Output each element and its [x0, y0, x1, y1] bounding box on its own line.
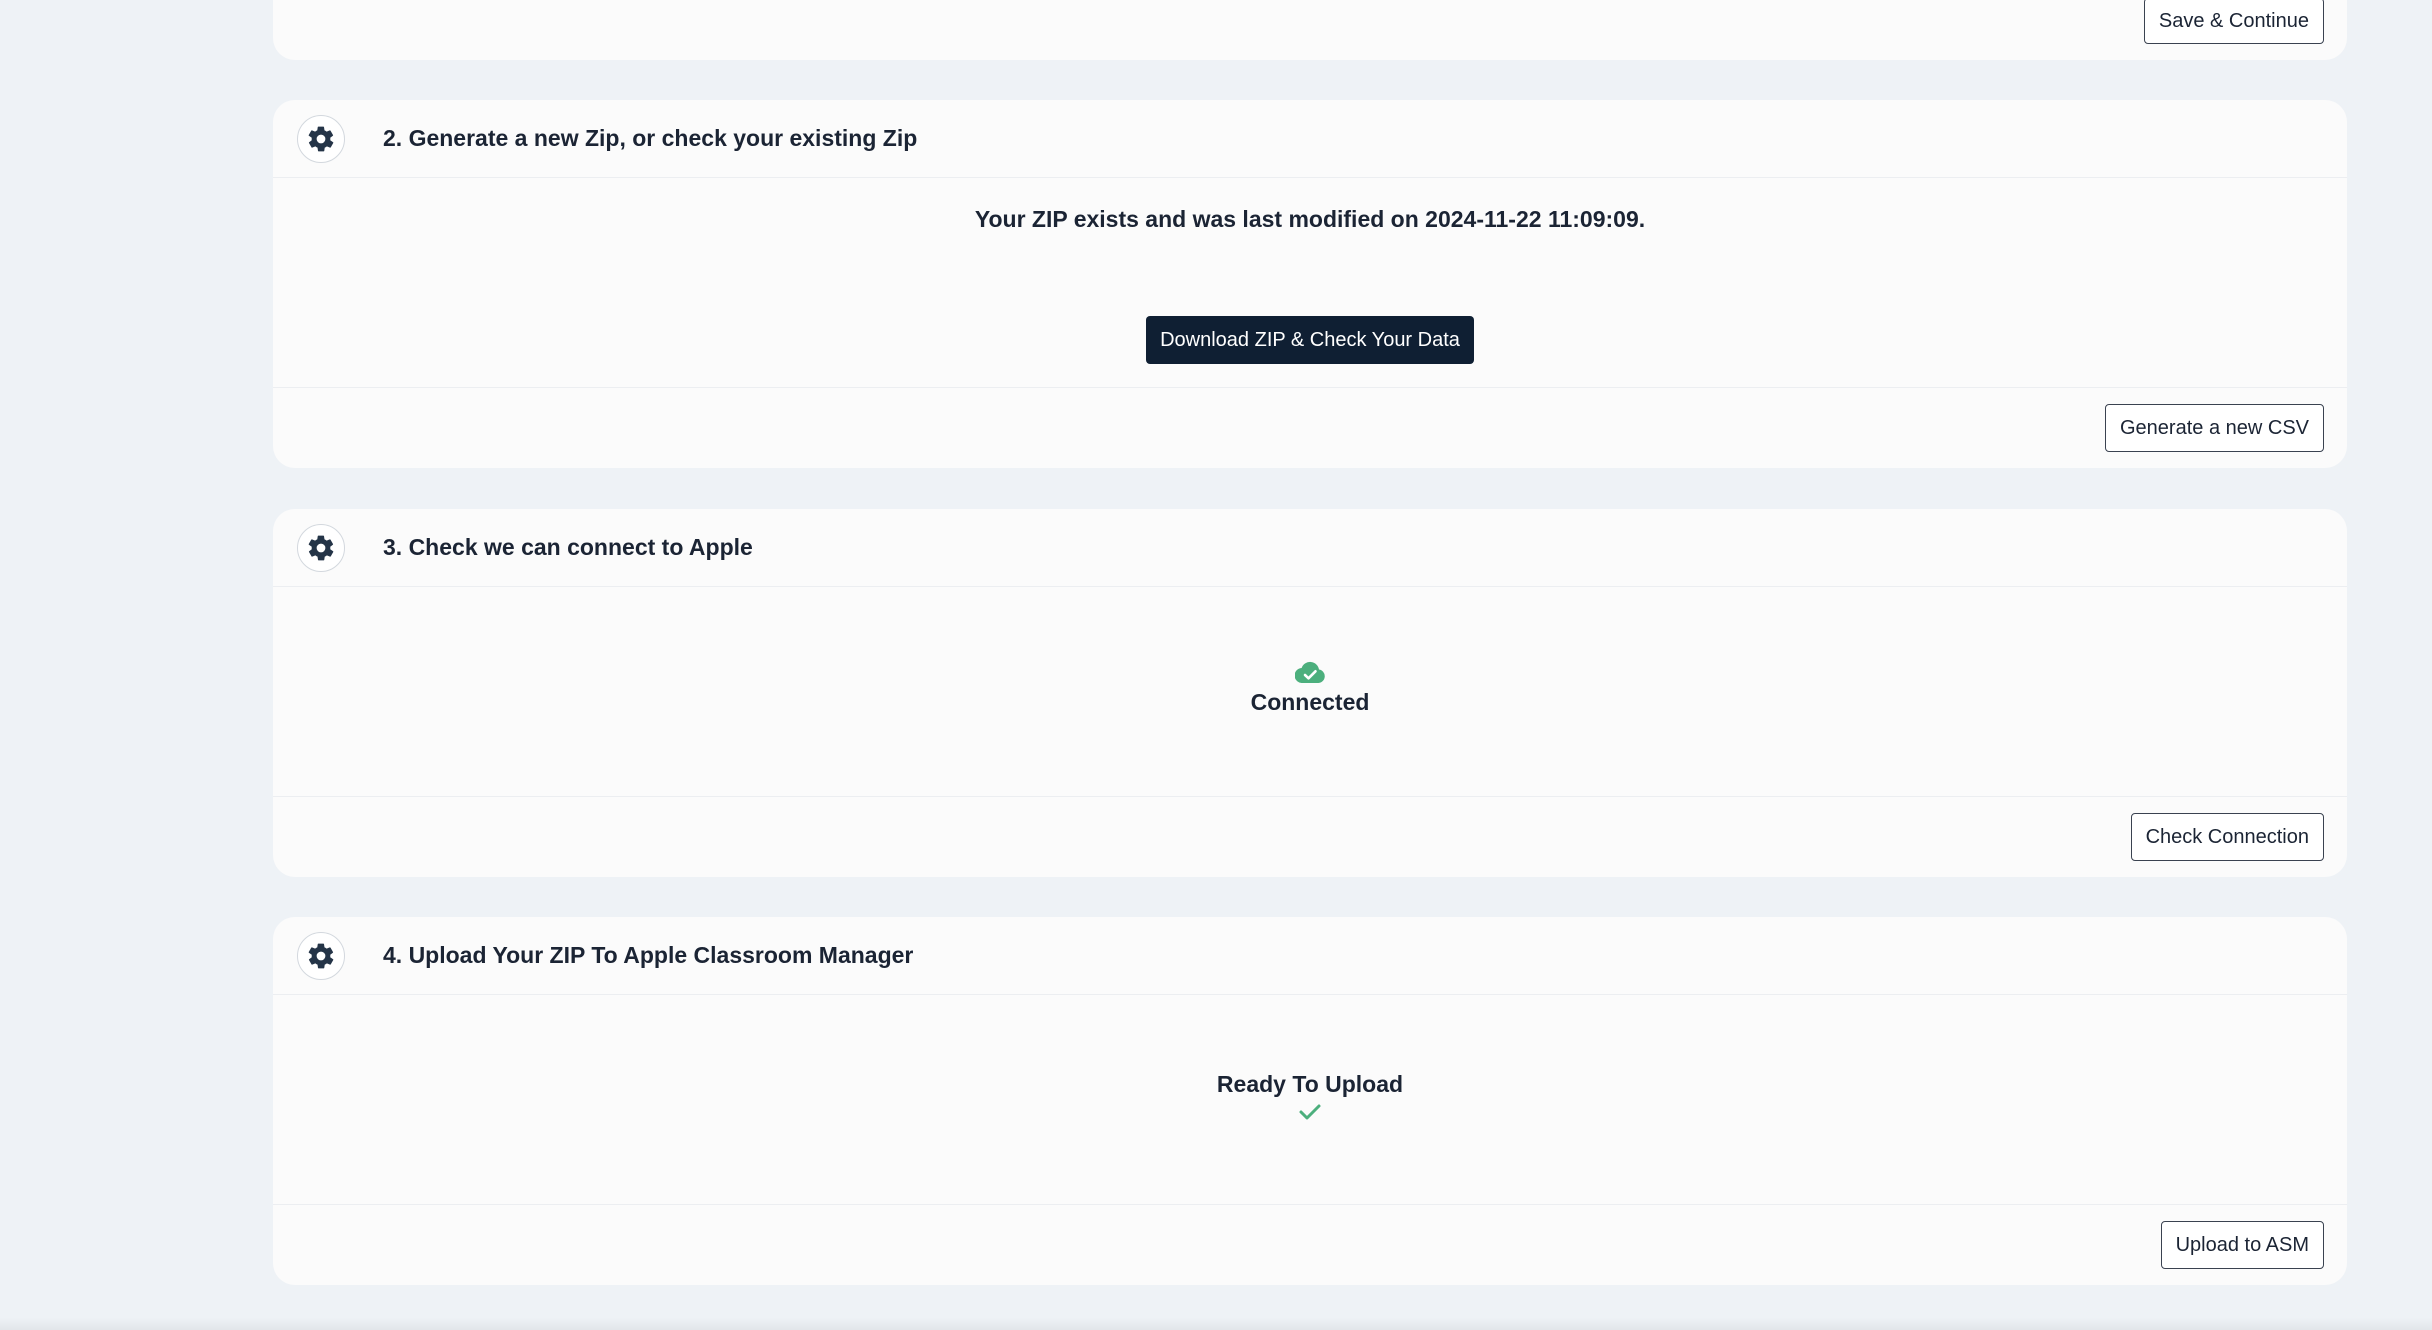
step1-card: Save & Continue — [273, 0, 2347, 60]
step2-footer: Generate a new CSV — [273, 388, 2347, 468]
upload-status-text: Ready To Upload — [1216, 1071, 1404, 1097]
step2-body: Your ZIP exists and was last modified on… — [273, 178, 2347, 388]
connection-status-text: Connected — [1250, 689, 1370, 715]
step4-card: 4. Upload Your ZIP To Apple Classroom Ma… — [273, 917, 2347, 1285]
step2-header: 2. Generate a new Zip, or check your exi… — [273, 100, 2347, 178]
zip-status-text: Your ZIP exists and was last modified on… — [974, 206, 1646, 232]
check-connection-button[interactable]: Check Connection — [2130, 813, 2324, 861]
step3-title: 3. Check we can connect to Apple — [383, 534, 753, 560]
page-bottom-edge — [0, 1318, 2432, 1330]
step3-card: 3. Check we can connect to Apple Connect… — [273, 509, 2347, 877]
gear-icon — [297, 523, 345, 572]
check-icon — [1299, 1104, 1321, 1120]
step2-card: 2. Generate a new Zip, or check your exi… — [273, 100, 2347, 468]
cloud-check-icon — [1295, 661, 1325, 683]
step2-title: 2. Generate a new Zip, or check your exi… — [383, 125, 918, 151]
step4-body: Ready To Upload — [273, 995, 2347, 1205]
step4-footer: Upload to ASM — [273, 1205, 2347, 1285]
step1-footer: Save & Continue — [273, 0, 2347, 60]
generate-csv-button[interactable]: Generate a new CSV — [2105, 404, 2324, 452]
step4-header: 4. Upload Your ZIP To Apple Classroom Ma… — [273, 917, 2347, 995]
gear-icon — [297, 931, 345, 980]
step3-footer: Check Connection — [273, 797, 2347, 877]
page: Save & Continue 2. Generate a new Zip, o… — [0, 0, 2432, 1330]
download-zip-button[interactable]: Download ZIP & Check Your Data — [1146, 316, 1474, 364]
step3-body: Connected — [273, 587, 2347, 797]
step3-header: 3. Check we can connect to Apple — [273, 509, 2347, 587]
save-continue-button[interactable]: Save & Continue — [2143, 0, 2324, 44]
upload-asm-button[interactable]: Upload to ASM — [2160, 1221, 2324, 1269]
gear-icon — [297, 114, 345, 163]
step4-title: 4. Upload Your ZIP To Apple Classroom Ma… — [383, 942, 914, 968]
